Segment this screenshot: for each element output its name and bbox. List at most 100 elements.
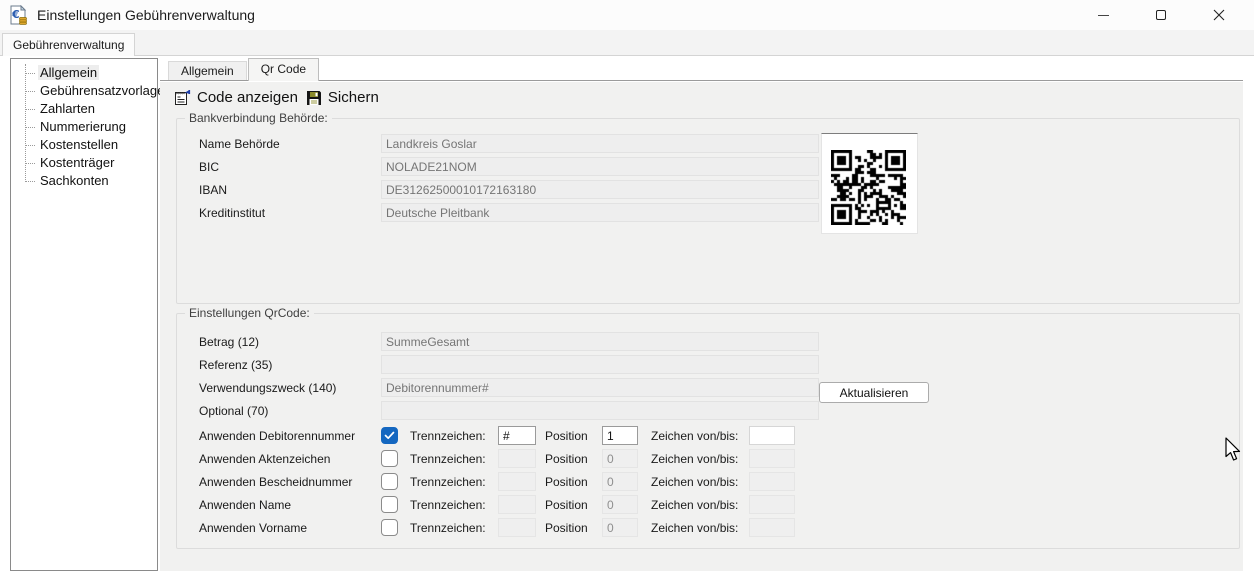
position-label: Position [545, 429, 602, 443]
anwenden-vorname-checkbox[interactable] [381, 519, 398, 536]
referenz-label: Referenz (35) [199, 358, 381, 372]
qr-group-title: Einstellungen QrCode: [185, 306, 314, 320]
position-input[interactable] [602, 426, 638, 445]
qr-code-preview [821, 133, 918, 234]
tab-gebuehrenverwaltung[interactable]: Gebührenverwaltung [2, 33, 135, 56]
zeichen-input[interactable] [749, 472, 795, 491]
trennzeichen-label: Trennzeichen: [410, 475, 498, 489]
window-title: Einstellungen Gebührenverwaltung [37, 7, 255, 23]
apply-rows: Anwenden Debitorennummer Trennzeichen: P… [177, 424, 1239, 539]
position-label: Position [545, 475, 602, 489]
kreditinstitut-label: Kreditinstitut [199, 206, 381, 220]
app-icon: € [8, 5, 28, 25]
zeichen-input[interactable] [749, 495, 795, 514]
field-row: Name Behörde [177, 132, 1239, 155]
anwenden-aktenzeichen-label: Anwenden Aktenzeichen [199, 452, 381, 466]
zeichen-label: Zeichen von/bis: [651, 452, 744, 466]
zeichen-label: Zeichen von/bis: [651, 475, 744, 489]
sidebar-item-kostentraeger[interactable]: Kostenträger [11, 154, 157, 172]
field-row: BIC [177, 155, 1239, 178]
trennzeichen-label: Trennzeichen: [410, 452, 498, 466]
anwenden-name-label: Anwenden Name [199, 498, 381, 512]
zeichen-input[interactable] [749, 426, 795, 445]
settings-tree: Allgemein Gebührensatzvorlage Zahlarten … [10, 58, 158, 571]
position-label: Position [545, 521, 602, 535]
anwenden-debitorennummer-checkbox[interactable] [381, 427, 398, 444]
close-icon [1213, 9, 1225, 21]
qr-code-tab-page: Code anzeigen Sichern Bankverbindung Beh… [160, 80, 1243, 571]
position-input[interactable] [602, 495, 638, 514]
position-input[interactable] [602, 518, 638, 537]
qr-code [831, 150, 906, 225]
anwenden-bescheidnummer-checkbox[interactable] [381, 473, 398, 490]
sidebar-item-nummerierung[interactable]: Nummerierung [11, 118, 157, 136]
sidebar-item-zahlarten[interactable]: Zahlarten [11, 100, 157, 118]
show-code-label: Code anzeigen [197, 89, 298, 106]
bic-field[interactable] [381, 157, 819, 176]
outer-tab-strip: Gebührenverwaltung [0, 30, 1254, 56]
zeichen-input[interactable] [749, 449, 795, 468]
maximize-button[interactable] [1138, 0, 1184, 30]
iban-field[interactable] [381, 180, 819, 199]
aktualisieren-button[interactable]: Aktualisieren [819, 382, 929, 403]
zeichen-input[interactable] [749, 518, 795, 537]
trennzeichen-label: Trennzeichen: [410, 521, 498, 535]
sidebar-item-kostenstellen[interactable]: Kostenstellen [11, 136, 157, 154]
position-input[interactable] [602, 449, 638, 468]
tab-allgemein[interactable]: Allgemein [168, 61, 247, 80]
field-row: IBAN [177, 178, 1239, 201]
zeichen-label: Zeichen von/bis: [651, 498, 744, 512]
trennzeichen-label: Trennzeichen: [410, 429, 498, 443]
form-preview-icon [174, 89, 191, 106]
trennzeichen-input[interactable] [498, 518, 536, 537]
iban-label: IBAN [199, 183, 381, 197]
verwendungszweck-label: Verwendungszweck (140) [199, 381, 381, 395]
trennzeichen-input[interactable] [498, 495, 536, 514]
anwenden-aktenzeichen-checkbox[interactable] [381, 450, 398, 467]
title-bar: € Einstellungen Gebührenverwaltung [0, 0, 1254, 30]
save-label: Sichern [328, 89, 379, 106]
qr-settings-group: Einstellungen QrCode: Betrag (12) Refere… [176, 313, 1240, 549]
field-row: Verwendungszweck (140) [177, 376, 1239, 399]
svg-text:€: € [11, 8, 20, 21]
bic-label: BIC [199, 160, 381, 174]
anwenden-name-checkbox[interactable] [381, 496, 398, 513]
sidebar-item-gebuehrensatzvorlage[interactable]: Gebührensatzvorlage [11, 82, 157, 100]
minimize-button[interactable] [1080, 0, 1126, 30]
bank-group: Bankverbindung Behörde: Name Behörde BIC… [176, 118, 1240, 304]
anwenden-debitorennummer-label: Anwenden Debitorennummer [199, 429, 381, 443]
close-button[interactable] [1196, 0, 1242, 30]
trennzeichen-input[interactable] [498, 449, 536, 468]
kreditinstitut-field[interactable] [381, 203, 819, 222]
show-code-button[interactable]: Code anzeigen [170, 88, 302, 107]
trennzeichen-input[interactable] [498, 472, 536, 491]
referenz-field[interactable] [381, 355, 819, 374]
check-icon [384, 430, 395, 441]
optional-label: Optional (70) [199, 404, 381, 418]
trennzeichen-label: Trennzeichen: [410, 498, 498, 512]
row-debitorennummer: Anwenden Debitorennummer Trennzeichen: P… [177, 424, 1239, 447]
row-vorname: Anwenden Vorname Trennzeichen: Position … [177, 516, 1239, 539]
position-label: Position [545, 498, 602, 512]
position-input[interactable] [602, 472, 638, 491]
optional-field[interactable] [381, 401, 819, 420]
window-controls [1080, 0, 1254, 30]
save-button[interactable]: Sichern [302, 88, 383, 107]
anwenden-vorname-label: Anwenden Vorname [199, 521, 381, 535]
maximize-icon [1156, 10, 1166, 20]
zeichen-label: Zeichen von/bis: [651, 429, 744, 443]
betrag-field[interactable] [381, 332, 819, 351]
sidebar-item-sachkonten[interactable]: Sachkonten [11, 172, 157, 190]
betrag-label: Betrag (12) [199, 335, 381, 349]
verwendungszweck-field[interactable] [381, 378, 819, 397]
tab-qr-code[interactable]: Qr Code [248, 58, 319, 81]
field-row: Optional (70) [177, 399, 1239, 422]
content-area: Allgemein Qr Code Code anzeigen [160, 57, 1243, 571]
anwenden-bescheidnummer-label: Anwenden Bescheidnummer [199, 475, 381, 489]
trennzeichen-input[interactable] [498, 426, 536, 445]
zeichen-label: Zeichen von/bis: [651, 521, 744, 535]
row-aktenzeichen: Anwenden Aktenzeichen Trennzeichen: Posi… [177, 447, 1239, 470]
name-behoerde-field[interactable] [381, 134, 819, 153]
field-row: Kreditinstitut [177, 201, 1239, 224]
sidebar-item-allgemein[interactable]: Allgemein [11, 64, 157, 82]
